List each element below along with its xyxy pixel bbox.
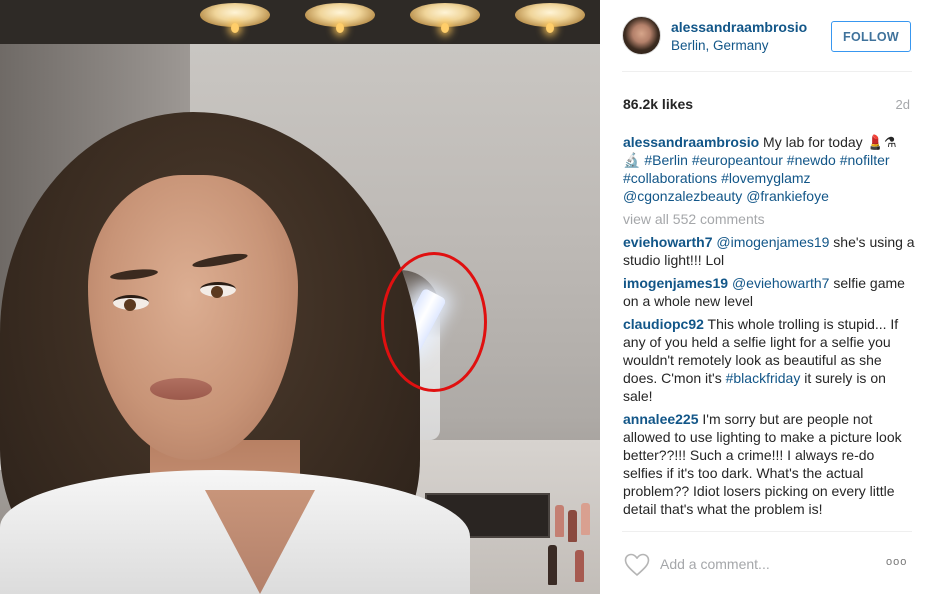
lipstick (575, 550, 584, 582)
mention[interactable]: @cgonzalezbeauty (623, 188, 742, 204)
ceiling-light (305, 3, 375, 33)
more-options-icon[interactable]: ooo (886, 556, 907, 568)
comment: claudiopc92 This whole trolling is stupi… (623, 315, 915, 405)
hashtag[interactable]: #lovemyglamz (721, 170, 810, 186)
likes-count[interactable]: 86.2k likes (623, 96, 693, 112)
post-time[interactable]: 2d (896, 97, 910, 112)
footer-divider (622, 531, 912, 532)
lipstick (568, 510, 577, 542)
comment-username[interactable]: annalee225 (623, 411, 699, 427)
view-all-comments-link[interactable]: view all 552 comments (623, 210, 915, 228)
makeup-brush (548, 545, 557, 585)
caption: alessandraambrosio My lab for today 💄⚗ 🔬… (623, 133, 915, 205)
photo-ceiling (0, 0, 600, 44)
caption-text: My lab for today 💄⚗ (759, 134, 897, 150)
header-username[interactable]: alessandraambrosio (671, 19, 807, 35)
add-comment-input[interactable] (660, 553, 875, 575)
lipstick (555, 505, 564, 537)
comments-section: alessandraambrosio My lab for today 💄⚗ 🔬… (623, 133, 915, 523)
mention[interactable]: @imogenjames19 (716, 234, 829, 250)
hashtag[interactable]: #nofilter (840, 152, 890, 168)
header-divider (622, 71, 912, 72)
comment-footer: ooo (600, 546, 934, 586)
ceiling-light (200, 3, 270, 33)
lips (150, 378, 212, 400)
post-photo[interactable] (0, 0, 600, 594)
comment-username[interactable]: eviehowarth7 (623, 234, 712, 250)
header-location[interactable]: Berlin, Germany (671, 38, 769, 53)
avatar[interactable] (622, 16, 661, 55)
comment-username[interactable]: imogenjames19 (623, 275, 728, 291)
comment: imogenjames19 @eviehowarth7 selfie game … (623, 274, 915, 310)
hashtag[interactable]: #newdo (787, 152, 836, 168)
eye (113, 295, 149, 311)
red-circle-annotation (381, 252, 487, 392)
comment: eviehowarth7 @imogenjames19 she's using … (623, 233, 915, 269)
comment: annalee225 I'm sorry but are people not … (623, 410, 915, 518)
post-header: alessandraambrosio Berlin, Germany FOLLO… (600, 0, 934, 72)
follow-button[interactable]: FOLLOW (831, 21, 911, 52)
lipstick (581, 503, 590, 535)
hashtag[interactable]: #europeantour (692, 152, 783, 168)
ceiling-light (515, 3, 585, 33)
hashtag[interactable]: #Berlin (644, 152, 688, 168)
caption-username[interactable]: alessandraambrosio (623, 134, 759, 150)
caption-emoji: 🔬 (623, 152, 645, 168)
eye (200, 282, 236, 298)
ceiling-light (410, 3, 480, 33)
hashtag[interactable]: #collaborations (623, 170, 717, 186)
heart-outline-icon[interactable] (624, 553, 650, 577)
post-details-panel: alessandraambrosio Berlin, Germany FOLLO… (600, 0, 934, 594)
hashtag[interactable]: #blackfriday (726, 370, 801, 386)
mention[interactable]: @eviehowarth7 (732, 275, 830, 291)
comment-username[interactable]: claudiopc92 (623, 316, 704, 332)
mention[interactable]: @frankiefoye (746, 188, 829, 204)
